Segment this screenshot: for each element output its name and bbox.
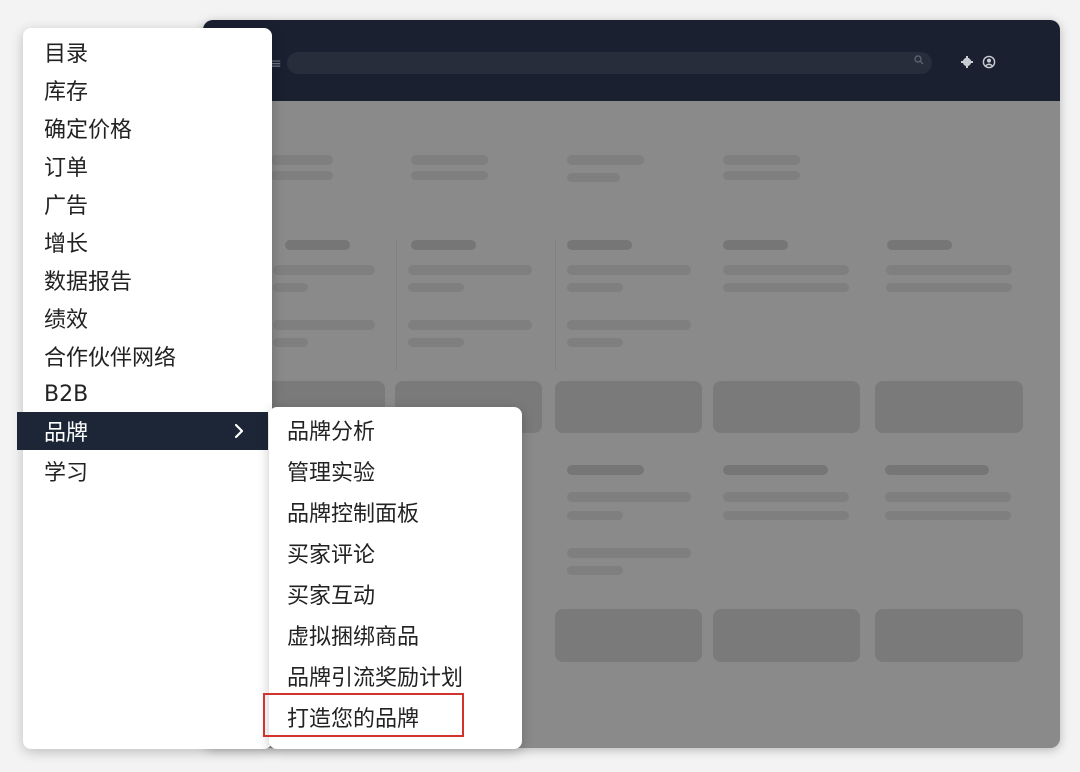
account-icon[interactable] [982,55,996,69]
submenu-item-customer-engagement[interactable]: 买家互动 [269,575,522,613]
menu-item-partner-network[interactable]: 合作伙伴网络 [23,337,272,375]
submenu-item-label: 品牌分析 [287,420,376,445]
menu-item-label: 品牌 [44,421,89,446]
menu-item-label: 订单 [44,156,89,181]
main-nav-menu: 目录 库存 确定价格 订单 广告 增长 数据报告 绩效 合作伙伴网络 B2B 品… [17,28,272,749]
submenu-item-label: 买家评论 [287,543,376,568]
submenu-item-build-your-brand[interactable]: 打造您的品牌 [263,693,522,737]
brand-submenu: 品牌分析 管理实验 品牌控制面板 买家评论 买家互动 虚拟捆绑商品 品牌引流奖励… [263,407,522,749]
menu-item-advertising[interactable]: 广告 [23,185,272,223]
submenu-item-label: 虚拟捆绑商品 [287,625,420,650]
menu-item-b2b[interactable]: B2B [23,375,272,413]
submenu-item-label: 管理实验 [287,461,376,486]
app-header: ≡ [203,20,1060,101]
menu-item-label: 数据报告 [44,270,133,295]
menu-item-label: 绩效 [44,308,89,333]
menu-item-pricing[interactable]: 确定价格 [23,109,272,147]
menu-item-label: 库存 [44,80,89,105]
submenu-item-customer-reviews[interactable]: 买家评论 [269,534,522,572]
search-input[interactable] [287,52,932,74]
menu-item-label: 增长 [44,232,89,257]
gear-icon[interactable] [960,55,974,69]
menu-item-growth[interactable]: 增长 [23,223,272,261]
menu-item-reports[interactable]: 数据报告 [23,261,272,299]
submenu-item-brand-referral-bonus[interactable]: 品牌引流奖励计划 [269,657,522,695]
submenu-item-label: 买家互动 [287,584,376,609]
submenu-item-brand-dashboard[interactable]: 品牌控制面板 [269,493,522,531]
highlight-box [263,693,464,737]
menu-item-label: 学习 [44,461,89,486]
menu-item-performance[interactable]: 绩效 [23,299,272,337]
menu-item-label: 合作伙伴网络 [44,346,177,371]
menu-item-label: B2B [44,381,89,407]
chevron-right-icon [234,423,244,439]
submenu-item-brand-analytics[interactable]: 品牌分析 [269,411,522,449]
submenu-item-label: 品牌控制面板 [287,502,420,527]
submenu-item-label: 品牌引流奖励计划 [287,666,464,691]
submenu-item-manage-experiments[interactable]: 管理实验 [269,452,522,490]
menu-item-label: 确定价格 [44,118,133,143]
menu-item-label: 广告 [44,194,89,219]
menu-item-learn[interactable]: 学习 [23,452,272,490]
search-icon [914,55,924,65]
menu-item-brands[interactable]: 品牌 [17,412,268,450]
menu-item-inventory[interactable]: 库存 [23,71,272,109]
menu-item-catalog[interactable]: 目录 [23,33,272,71]
menu-item-label: 目录 [44,42,89,67]
submenu-item-virtual-bundles[interactable]: 虚拟捆绑商品 [269,616,522,654]
menu-item-orders[interactable]: 订单 [23,147,272,185]
